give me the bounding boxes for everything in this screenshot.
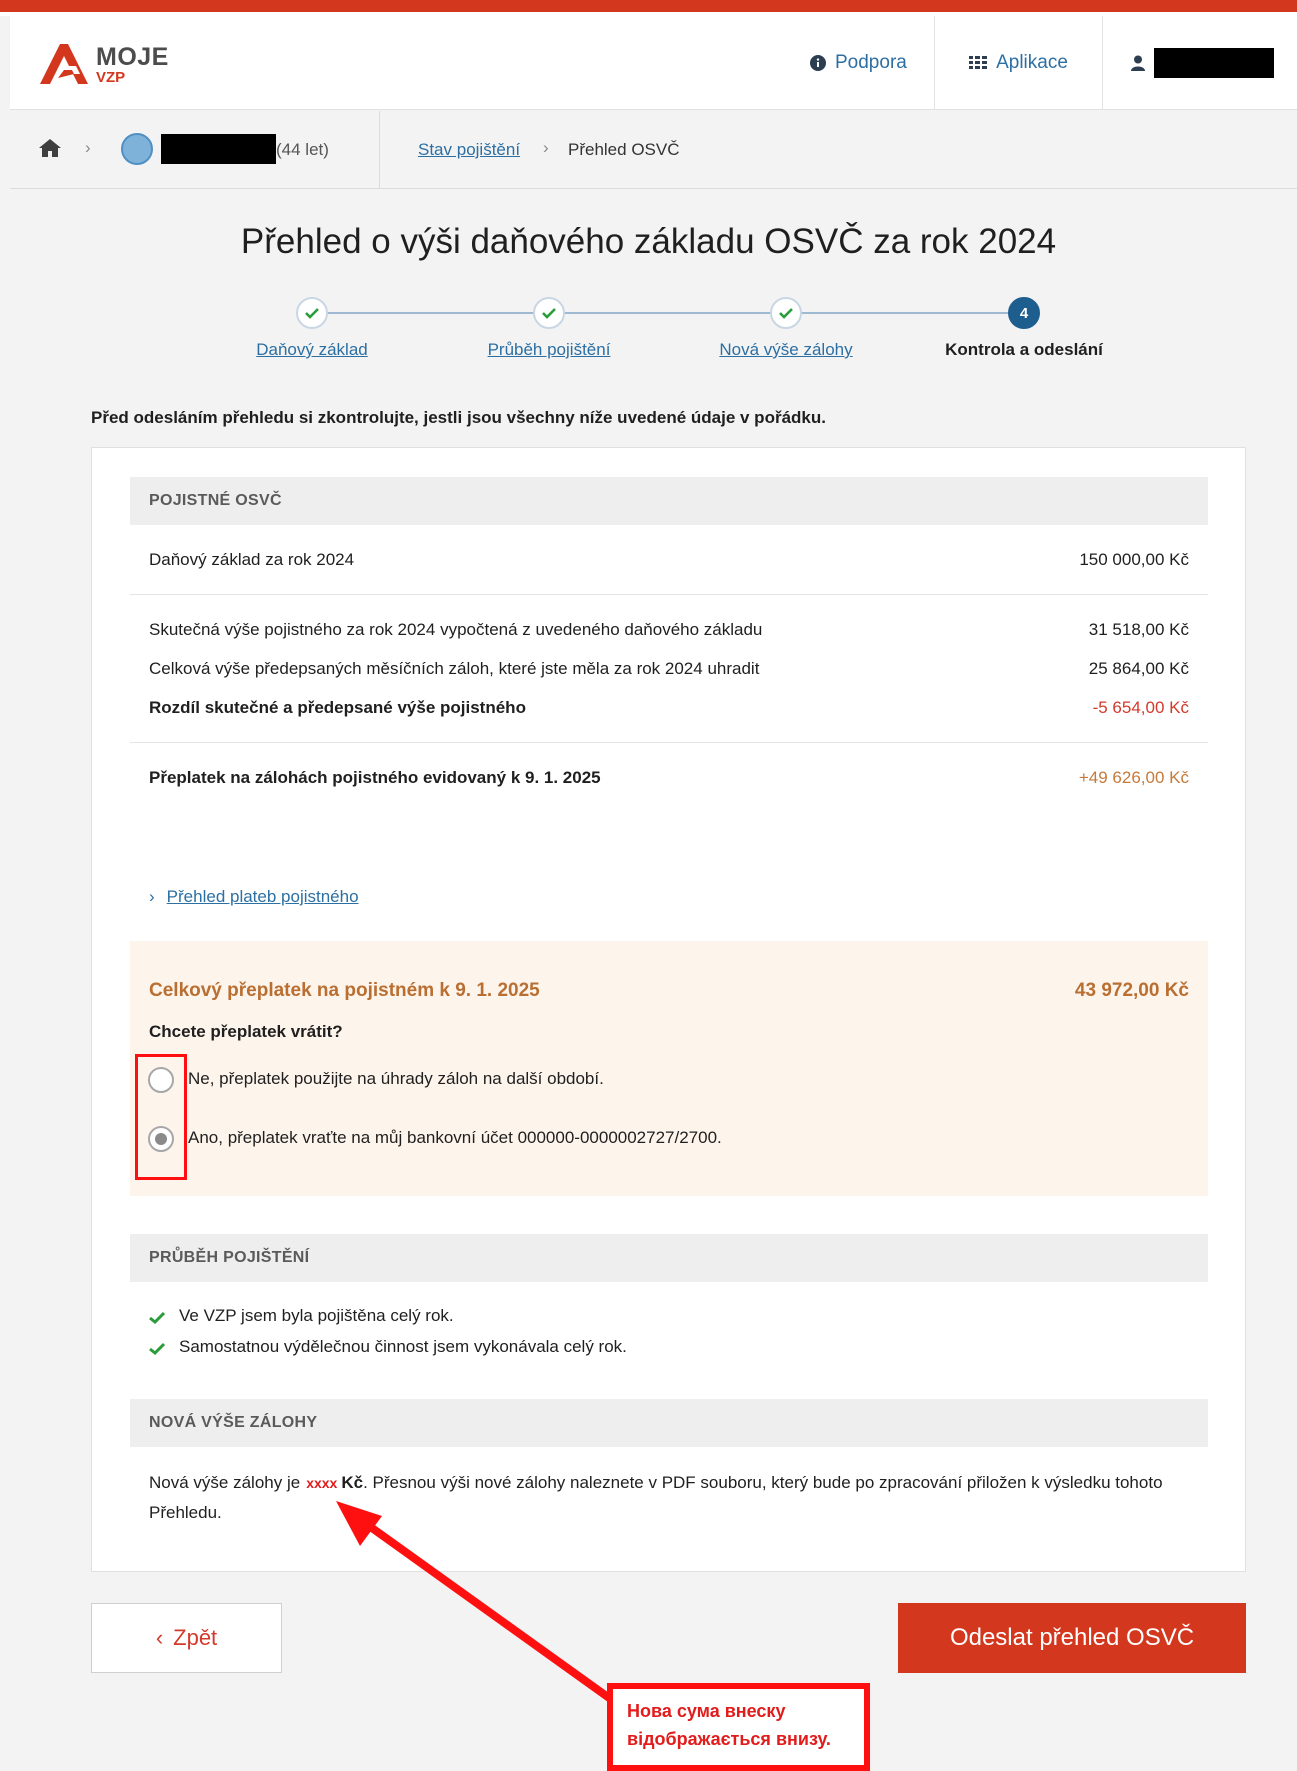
apps-label: Aplikace bbox=[996, 52, 1068, 73]
check-item: Ve VZP jsem byla pojištěna celý rok. bbox=[149, 1306, 454, 1326]
new-advance-text-after: . Přesnou výši nové zálohy naleznete v P… bbox=[149, 1473, 1163, 1522]
row-overpayment: Přeplatek na zálohách pojistného evidova… bbox=[149, 768, 1189, 788]
breadcrumb-separator: › bbox=[85, 138, 91, 157]
annotation-highlight-rectangle bbox=[135, 1054, 187, 1180]
divider bbox=[130, 594, 1208, 595]
step-label-new-advance[interactable]: Nová výše zálohy bbox=[676, 340, 896, 360]
send-overview-button[interactable]: Odeslat přehled OSVČ bbox=[898, 1603, 1246, 1673]
vzp-logo-icon bbox=[40, 44, 88, 84]
step-label-insurance-course[interactable]: Průběh pojištění bbox=[439, 340, 659, 360]
redacted-user-name bbox=[1154, 48, 1274, 78]
steps-progress-line bbox=[312, 312, 1024, 314]
refund-total-value: 43 972,00 Kč bbox=[1074, 980, 1189, 1001]
step-label-review-send: Kontrola a odeslání bbox=[945, 340, 1103, 359]
row-difference: Rozdíl skutečné a předepsané výše pojist… bbox=[149, 698, 1189, 718]
back-button-label: Zpět bbox=[173, 1625, 218, 1650]
radio-label-refund-to-bank[interactable]: Ano, přeplatek vraťte na můj bankovní úč… bbox=[188, 1128, 722, 1148]
refund-question: Chcete přeplatek vrátit? bbox=[149, 1022, 343, 1041]
step-4-active: 4 bbox=[1008, 297, 1040, 329]
radio-label-no-refund[interactable]: Ne, přeplatek použijte na úhrady záloh n… bbox=[188, 1069, 604, 1089]
app-header: MOJE VZP Podpora Aplikace bbox=[10, 16, 1297, 110]
refund-panel: Celkový přeplatek na pojistném k 9. 1. 2… bbox=[130, 941, 1208, 1196]
chevron-left-icon: ‹ bbox=[155, 1625, 164, 1650]
payments-overview-link[interactable]: › Přehled plateb pojistného bbox=[149, 887, 359, 907]
checkmark-icon bbox=[305, 308, 319, 319]
breadcrumb-separator: › bbox=[543, 138, 549, 157]
annotation-line-2: відображається внизу. bbox=[627, 1729, 831, 1749]
refund-total-label: Celkový přeplatek na pojistném k 9. 1. 2… bbox=[149, 980, 540, 1001]
logo-text-moje: MOJE bbox=[96, 43, 169, 71]
person-age: (44 let) bbox=[276, 140, 329, 159]
check-item-text: Ve VZP jsem byla pojištěna celý rok. bbox=[179, 1306, 454, 1325]
row-value: 25 864,00 Kč bbox=[1088, 659, 1189, 678]
row-label: Celková výše předepsaných měsíčních zálo… bbox=[149, 659, 760, 678]
info-circle-icon bbox=[810, 55, 826, 71]
new-advance-currency: Kč bbox=[341, 1473, 364, 1492]
top-accent-bar bbox=[0, 0, 1297, 16]
breadcrumb-link-insurance-status[interactable]: Stav pojištění bbox=[418, 140, 520, 160]
grid-icon bbox=[969, 56, 988, 69]
avatar bbox=[121, 133, 153, 165]
section-heading-insurance-course: PRŮBĚH POJIŠTĚNÍ bbox=[130, 1234, 1208, 1282]
row-prescribed-advances: Celková výše předepsaných měsíčních zálo… bbox=[149, 659, 1189, 679]
checkmark-icon bbox=[542, 308, 556, 319]
redacted-person-name bbox=[161, 134, 276, 164]
row-value-negative: -5 654,00 Kč bbox=[1092, 698, 1189, 717]
support-link[interactable]: Podpora bbox=[810, 16, 907, 110]
row-label: Skutečná výše pojistného za rok 2024 vyp… bbox=[149, 620, 763, 639]
annotation-line-1: Нова сума внеску bbox=[627, 1701, 786, 1721]
intro-text: Před odesláním přehledu si zkontrolujte,… bbox=[91, 408, 826, 427]
send-button-label: Odeslat přehled OSVČ bbox=[949, 1624, 1195, 1651]
new-advance-text: Nová výše zálohy je xxxx Kč. Přesnou výši … bbox=[149, 1468, 1189, 1528]
logo-text-vzp: VZP bbox=[96, 69, 126, 86]
row-value-positive: +49 626,00 Kč bbox=[1078, 768, 1189, 787]
apps-menu[interactable]: Aplikace bbox=[934, 16, 1102, 110]
row-label: Rozdíl skutečné a předepsané výše pojist… bbox=[149, 698, 526, 717]
checkmark-icon bbox=[779, 308, 793, 319]
row-value: 31 518,00 Kč bbox=[1088, 620, 1189, 639]
checkmark-icon bbox=[149, 1342, 166, 1356]
row-actual-premium: Skutečná výše pojistného za rok 2024 vyp… bbox=[149, 620, 1189, 640]
step-1-done bbox=[296, 297, 328, 329]
row-label: Daňový základ za rok 2024 bbox=[149, 550, 355, 569]
divider bbox=[130, 742, 1208, 743]
annotation-note: Нова сума внеску відображається внизу. bbox=[607, 1683, 870, 1771]
moje-vzp-logo[interactable]: MOJE VZP bbox=[36, 40, 169, 90]
support-label: Podpora bbox=[835, 52, 907, 73]
page-title: Přehled o výši daňového základu OSVČ za … bbox=[240, 222, 1057, 261]
chevron-right-icon: › bbox=[149, 887, 155, 906]
checkmark-icon bbox=[149, 1311, 166, 1325]
back-button[interactable]: ‹ Zpět bbox=[91, 1603, 282, 1673]
step-label-tax-base[interactable]: Daňový základ bbox=[202, 340, 422, 360]
summary-card: POJISTNÉ OSVČ Daňový základ za rok 2024 … bbox=[91, 447, 1246, 1572]
row-tax-base: Daňový základ za rok 2024 150 000,00 Kč bbox=[149, 550, 1189, 570]
new-advance-amount: xxxx bbox=[306, 1475, 338, 1491]
home-icon[interactable] bbox=[38, 138, 62, 158]
breadcrumb-divider bbox=[379, 111, 380, 189]
row-label: Přeplatek na zálohách pojistného evidova… bbox=[149, 768, 601, 787]
check-item-text: Samostatnou výdělečnou činnost jsem vyko… bbox=[179, 1337, 627, 1356]
row-value: 150 000,00 Kč bbox=[1079, 550, 1189, 569]
step-3-done bbox=[770, 297, 802, 329]
section-heading-new-advance: NOVÁ VÝŠE ZÁLOHY bbox=[130, 1399, 1208, 1447]
check-item: Samostatnou výdělečnou činnost jsem vyko… bbox=[149, 1337, 627, 1357]
user-icon bbox=[1131, 55, 1145, 71]
payments-overview-label: Přehled plateb pojistného bbox=[166, 887, 359, 906]
new-advance-text-before: Nová výše zálohy je bbox=[149, 1473, 301, 1492]
step-2-done bbox=[533, 297, 565, 329]
breadcrumb-current: Přehled OSVČ bbox=[568, 140, 680, 159]
breadcrumb: › (44 let) Stav pojištění › Přehled OSVČ bbox=[10, 111, 1297, 189]
section-heading-premium: POJISTNÉ OSVČ bbox=[130, 477, 1208, 525]
user-menu[interactable] bbox=[1102, 16, 1297, 110]
